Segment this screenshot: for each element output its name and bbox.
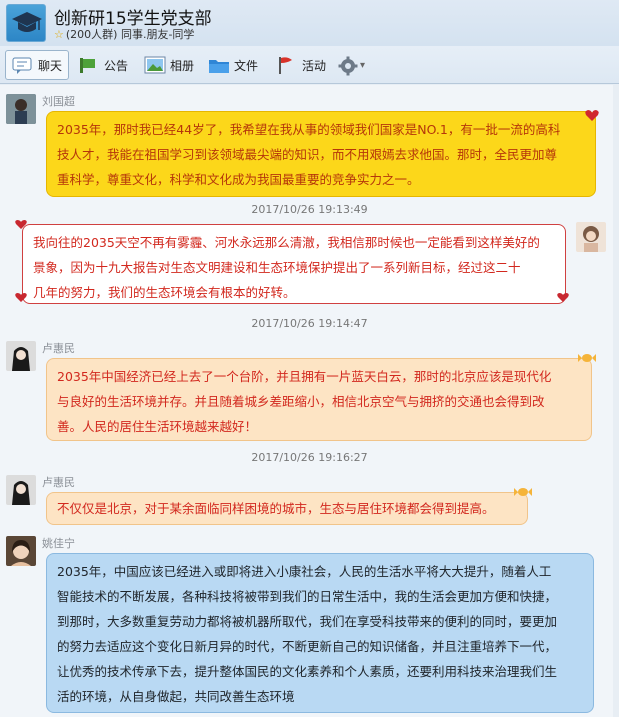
message-line: 让优秀的技术传承下去，提升整体国民的文化素养和个人素质，还要利用科技来治理我们生 [57, 664, 558, 679]
chevron-down-icon: ▾ [360, 59, 366, 71]
settings-dropdown[interactable]: ▾ [332, 50, 371, 80]
message-line: 重科学，尊重文化，科学和文化成为我国最重要的竞争实力之一。 [57, 172, 420, 187]
message-line: 2035年中国经济已经上去了一个台阶，并且拥有一片蓝天白云，那时的北京应该是现代… [57, 369, 552, 384]
message-bubble[interactable]: 2035年，中国应该已经进入或即将进入小康社会，人民的生活水平将大大提升，随着人… [46, 553, 594, 713]
group-header: 创新研15学生党支部 ☆ (200人群) 同事.朋友-同学 [0, 0, 619, 46]
sender-name: 卢惠民 [42, 476, 75, 489]
message-line: 不仅仅是北京，对于某余面临同样困境的城市，生态与居住环境都会得到提高。 [57, 501, 495, 516]
tab-bar: 聊天 公告 相册 文件 活动 ▾ [0, 46, 619, 84]
group-meta-text: (200人群) 同事.朋友-同学 [65, 28, 195, 41]
avatar[interactable] [6, 536, 36, 566]
tab-label: 活动 [302, 58, 327, 73]
group-meta: ☆ (200人群) 同事.朋友-同学 [54, 26, 194, 42]
star-icon: ☆ [54, 28, 64, 41]
tab-label: 聊天 [38, 58, 63, 73]
flag-icon [276, 56, 296, 74]
megaphone-icon [78, 56, 98, 74]
avatar[interactable] [6, 341, 36, 371]
graduation-cap-icon [12, 12, 42, 32]
message-line: 善。人民的居住生活环境越来越好！ [57, 419, 258, 434]
message-line: 的努力去适应这个变化日新月异的时代，不断更新自己的知识储备，并且注重培养下一代， [57, 639, 558, 654]
sender-name: 卢惠民 [42, 342, 75, 355]
chat-messages[interactable]: 刘国超 2035年，那时我已经44岁了，我希望在我从事的领域我们国家是NO.1，… [0, 85, 619, 717]
gear-icon [338, 56, 358, 76]
tab-files[interactable]: 文件 [202, 50, 264, 80]
message-line: 与良好的生活环境并存。并且随着城乡差距缩小，相信北京空气与拥挤的交通也会得到改 [57, 394, 545, 409]
chat-bubble-icon [12, 56, 32, 74]
folder-icon [208, 56, 229, 74]
photo-icon [144, 56, 166, 74]
message-bubble[interactable]: 2035年，那时我已经44岁了，我希望在我从事的领域我们国家是NO.1，有一批一… [46, 111, 596, 197]
group-avatar[interactable] [6, 4, 46, 42]
message-line: 技人才，我能在祖国学习到该领域最尖端的知识，而不用艰嫣去求他国。那时，全民更加尊 [57, 147, 558, 162]
timestamp: 2017/10/26 19:14:47 [251, 317, 368, 330]
tab-activity[interactable]: 活动 [270, 50, 332, 80]
timestamp: 2017/10/26 19:16:27 [251, 451, 368, 464]
message-line: 2035年，中国应该已经进入或即将进入小康社会，人民的生活水平将大大提升，随着人… [57, 564, 552, 579]
avatar[interactable] [6, 475, 36, 505]
tab-label: 文件 [234, 58, 259, 73]
tab-announcement[interactable]: 公告 [72, 50, 134, 80]
tab-label: 公告 [104, 58, 129, 73]
tab-album[interactable]: 相册 [138, 50, 200, 80]
avatar[interactable] [6, 94, 36, 124]
tab-label: 相册 [170, 58, 195, 73]
heart-decoration-icon [557, 293, 569, 302]
message-line: 几年的努力，我们的生态环境会有根本的好转。 [33, 285, 296, 300]
heart-decoration-icon [585, 110, 599, 121]
message-bubble[interactable]: 2035年中国经济已经上去了一个台阶，并且拥有一片蓝天白云，那时的北京应该是现代… [46, 358, 592, 441]
message-line: 活的环境，从自身做起，共同改善生态环境 [57, 689, 295, 704]
message-line: 智能技术的不断发展，各种科技将被带到我们的日常生活中，我的生活会更加方便和快捷， [57, 589, 558, 604]
message-line: 2035年，那时我已经44岁了，我希望在我从事的领域我们国家是NO.1，有一批一… [57, 122, 561, 137]
sender-name: 姚佳宁 [42, 537, 75, 550]
sender-name: 刘国超 [42, 95, 75, 108]
tab-chat[interactable]: 聊天 [5, 50, 70, 80]
heart-decoration-icon [15, 293, 27, 302]
message-line: 景象，因为十九大报告对生态文明建设和生态环境保护提出了一系列新目标，经过这二十 [33, 260, 521, 275]
message-bubble[interactable]: 我向往的2035天空不再有雾霾、河水永远那么清澈，我相信那时候也一定能看到这样美… [22, 224, 566, 304]
message-bubble[interactable]: 不仅仅是北京，对于某余面临同样困境的城市，生态与居住环境都会得到提高。 [46, 492, 528, 525]
message-line: 我向往的2035天空不再有雾霾、河水永远那么清澈，我相信那时候也一定能看到这样美… [33, 235, 540, 250]
avatar[interactable] [576, 222, 606, 252]
scrollbar[interactable] [613, 85, 619, 717]
timestamp: 2017/10/26 19:13:49 [251, 203, 368, 216]
heart-decoration-icon [15, 220, 27, 229]
candy-decoration-icon [514, 488, 532, 496]
message-line: 到那时，大多数重复劳动力都将被机器所取代，我们在享受科技带来的便利的同时，要更加 [57, 614, 558, 629]
candy-decoration-icon [578, 354, 596, 362]
